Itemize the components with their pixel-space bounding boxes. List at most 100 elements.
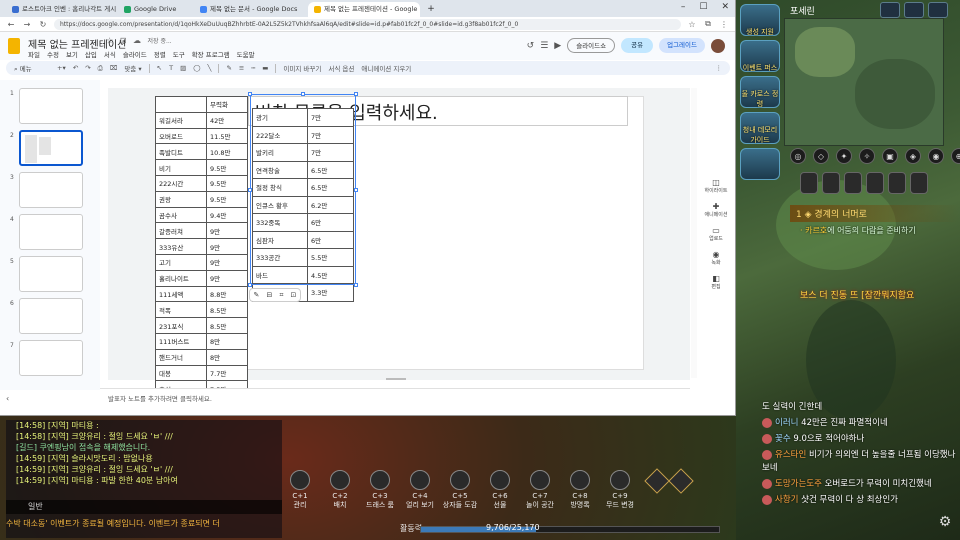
- menu-file[interactable]: 파일: [28, 49, 40, 59]
- value-cell[interactable]: 9.5만: [206, 190, 248, 208]
- crop-icon[interactable]: ⌗: [279, 291, 283, 300]
- table-row[interactable]: 222시간 9.5만: [155, 174, 248, 192]
- skill-slot[interactable]: C+7 놀이 공간: [522, 470, 558, 509]
- value-cell[interactable]: 42만: [206, 111, 248, 129]
- header-cell[interactable]: [155, 96, 207, 113]
- minimap[interactable]: [784, 18, 944, 146]
- slide-thumbnail[interactable]: [19, 298, 83, 334]
- slide-thumbnail[interactable]: [19, 256, 83, 292]
- options-icon[interactable]: ⊡: [291, 291, 297, 299]
- class-name-cell[interactable]: 오버로드: [155, 127, 207, 145]
- back-icon[interactable]: ←: [6, 20, 16, 29]
- item-slot[interactable]: [844, 172, 862, 194]
- menu-search[interactable]: ⌕ 메뉴: [14, 63, 50, 74]
- table-row[interactable]: 111버스트 8만: [155, 332, 248, 350]
- border-color-icon[interactable]: ✎: [226, 64, 231, 72]
- resize-handle[interactable]: [248, 92, 252, 96]
- ruler-horizontal[interactable]: [100, 80, 690, 88]
- zoom-select[interactable]: 맞춤 ▾: [124, 63, 141, 73]
- share-button[interactable]: 공유: [621, 38, 654, 53]
- slide-thumbnail[interactable]: [19, 214, 83, 250]
- value-cell[interactable]: 8만: [206, 332, 248, 350]
- tab-slides[interactable]: 제목 없는 프레젠테이션 - Google: [308, 2, 420, 17]
- class-name-cell[interactable]: 권왕: [155, 190, 207, 208]
- select-icon[interactable]: ↖: [157, 64, 162, 72]
- item-slot[interactable]: [822, 172, 840, 194]
- diamond-button[interactable]: [644, 468, 670, 494]
- menu-slide[interactable]: 슬라이드: [123, 49, 147, 59]
- tab-inven[interactable]: 로스트아크 인벤 : 홈리나각트 게시판: [6, 2, 116, 17]
- hud-button[interactable]: ◉: [928, 148, 944, 164]
- skill-slot[interactable]: C+4 얼리 보기: [402, 470, 438, 509]
- side-panel-item[interactable]: ✚ 애니메이션: [700, 202, 732, 218]
- class-name-cell[interactable]: 곰수사: [155, 206, 207, 224]
- new-tab-button[interactable]: +: [424, 2, 438, 17]
- menu-extensions[interactable]: 확장 프로그램: [192, 49, 230, 59]
- comment-icon[interactable]: ☰: [540, 41, 548, 51]
- print-icon[interactable]: ⎙: [98, 64, 103, 73]
- class-name-cell[interactable]: 워길서라: [155, 111, 207, 129]
- value-cell[interactable]: 9만: [206, 222, 248, 240]
- paint-format-icon[interactable]: ⌧: [110, 64, 118, 72]
- resize-handle[interactable]: [354, 283, 358, 287]
- slide-thumbnail-active[interactable]: [19, 130, 83, 166]
- skill-slot[interactable]: C+3 드래스 룸: [362, 470, 398, 509]
- slide-thumbnail[interactable]: [19, 88, 83, 124]
- table-row[interactable]: 곰수사 9.4만: [155, 206, 248, 224]
- edit-icon[interactable]: ✎: [254, 291, 260, 299]
- menu-edit[interactable]: 수정: [47, 49, 59, 59]
- class-name-cell[interactable]: 족발디트: [155, 143, 207, 161]
- upgrade-button[interactable]: 업그레이드: [659, 38, 705, 53]
- header-cell[interactable]: 무력화: [206, 96, 248, 113]
- event-icon-2[interactable]: 이벤트 퍼스: [740, 40, 780, 72]
- hud-button[interactable]: ✧: [859, 148, 875, 164]
- menu-tools[interactable]: 도구: [173, 49, 185, 59]
- undo-icon[interactable]: ↶: [73, 64, 78, 72]
- class-name-cell[interactable]: 111세액: [155, 285, 207, 303]
- resize-handle[interactable]: [354, 92, 358, 96]
- resize-handle[interactable]: [301, 92, 305, 96]
- table-row[interactable]: 대봉 7.7만: [155, 364, 248, 382]
- class-name-cell[interactable]: 333유산: [155, 238, 207, 255]
- skill-slot[interactable]: C+1 관리: [282, 470, 318, 509]
- class-name-cell[interactable]: 222시간: [155, 174, 207, 192]
- border-weight-icon[interactable]: ≡: [239, 64, 244, 72]
- settings-gear-icon[interactable]: ⚙: [935, 514, 955, 534]
- table-row[interactable]: 홀리나이트 9만: [155, 269, 248, 287]
- table-row[interactable]: 111세액 8.8만: [155, 285, 248, 303]
- tab-drive[interactable]: Google Drive: [118, 2, 192, 17]
- close-icon[interactable]: ✕: [721, 2, 729, 12]
- table-row[interactable]: 권왕 9.5만: [155, 190, 248, 208]
- class-name-cell[interactable]: 고기: [155, 253, 207, 271]
- profile-menu-icon[interactable]: ⋮: [719, 20, 729, 29]
- tab-docs[interactable]: 제목 없는 문서 - Google Docs: [194, 2, 306, 17]
- item-slot[interactable]: [910, 172, 928, 194]
- slides-logo-icon[interactable]: [8, 38, 20, 54]
- value-cell[interactable]: 9.4만: [206, 206, 248, 224]
- hud-button[interactable]: ◇: [813, 148, 829, 164]
- table-row[interactable]: 족발디트 10.8만: [155, 143, 248, 161]
- menu-insert[interactable]: 삽입: [85, 49, 97, 59]
- quest-tracker[interactable]: 1 ◈ 경계의 너머로 · 카르호에 어둠의 다람을 준비하기: [790, 205, 960, 239]
- border-dash-icon[interactable]: ┅: [251, 64, 255, 72]
- table-icon[interactable]: ⊟: [267, 291, 273, 299]
- table-row[interactable]: 갈증러쳐 9만: [155, 222, 248, 240]
- reload-icon[interactable]: ↻: [38, 20, 48, 29]
- table-row[interactable]: 고기 9만: [155, 253, 248, 271]
- skill-slot[interactable]: C+6 선물: [482, 470, 518, 509]
- speaker-notes[interactable]: 발표자 노트를 추가하려면 클릭하세요.: [100, 388, 690, 406]
- skill-slot[interactable]: C+2 배치: [322, 470, 358, 509]
- hud-button[interactable]: ⊕: [951, 148, 960, 164]
- bookmark-star-icon[interactable]: ☆: [687, 20, 697, 29]
- menu-arrange[interactable]: 정렬: [154, 49, 166, 59]
- event-icon-3[interactable]: 울 카로스 정령: [740, 76, 780, 108]
- resize-handle[interactable]: [354, 188, 358, 192]
- value-cell[interactable]: 8.5만: [206, 301, 248, 319]
- class-name-cell[interactable]: 홀리나이트: [155, 269, 207, 287]
- class-name-cell[interactable]: 231포식: [155, 317, 207, 334]
- image-options-button[interactable]: 이미지 바꾸기: [283, 63, 321, 73]
- meet-icon[interactable]: ▶: [554, 41, 561, 51]
- value-cell[interactable]: 8만: [206, 348, 248, 366]
- hud-button[interactable]: ◎: [790, 148, 806, 164]
- menu-view[interactable]: 보기: [66, 49, 78, 59]
